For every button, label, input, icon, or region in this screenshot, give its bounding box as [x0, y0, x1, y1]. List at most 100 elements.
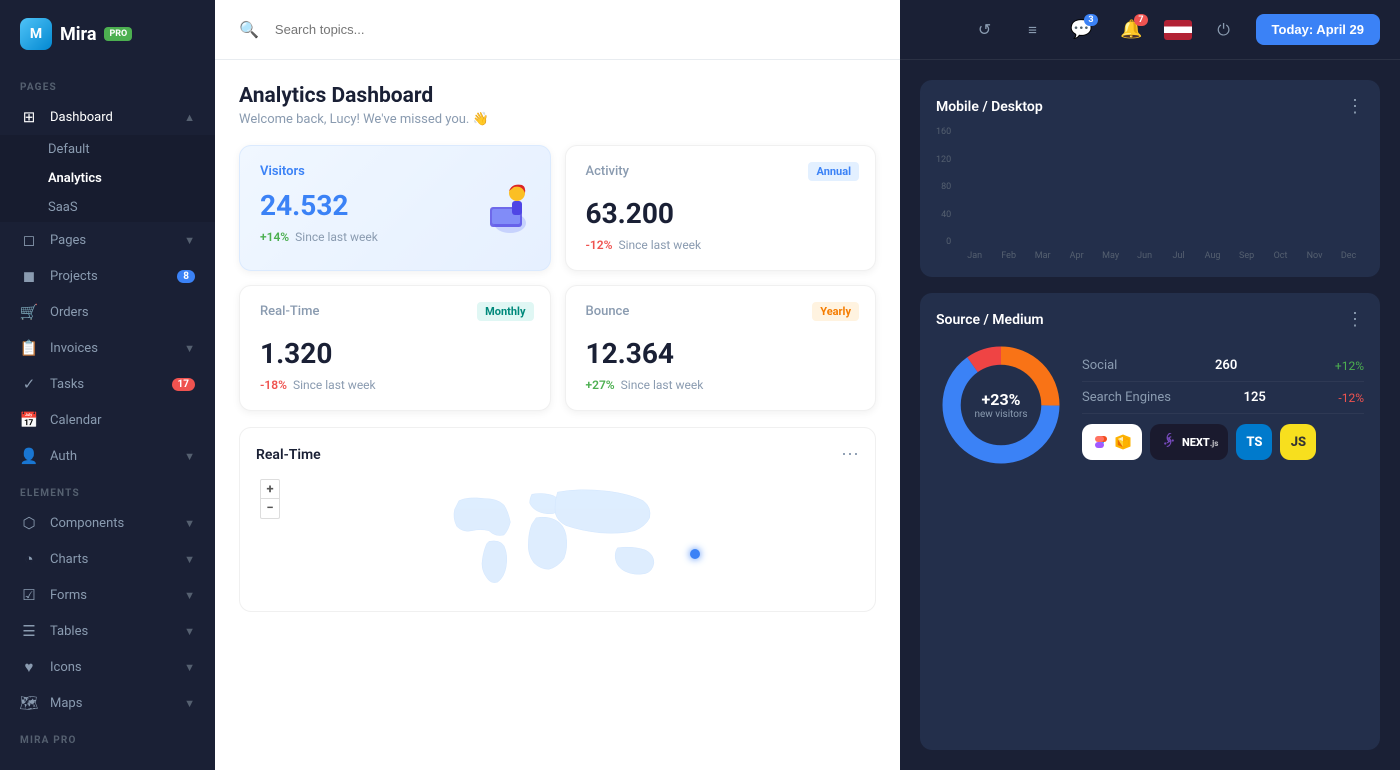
- sidebar-item-orders[interactable]: 🛒 Orders: [0, 294, 215, 330]
- visitors-trend-label: Since last week: [295, 230, 378, 244]
- sidebar-item-icons[interactable]: ♥ Icons ▼: [0, 649, 215, 685]
- section-label-pages: PAGES: [0, 68, 215, 99]
- language-flag[interactable]: [1164, 20, 1192, 40]
- tech-logo-figma: [1082, 424, 1142, 460]
- x-label-jul: Jul: [1163, 251, 1194, 261]
- realtime-map-menu[interactable]: ⋯: [841, 444, 859, 465]
- sidebar-item-auth[interactable]: 👤 Auth ▼: [0, 438, 215, 474]
- source-name-social: Social: [1082, 358, 1117, 373]
- y-label: 80: [936, 182, 951, 192]
- x-label-oct: Oct: [1265, 251, 1296, 261]
- search-input[interactable]: [275, 22, 568, 37]
- sidebar-item-label: Tasks: [50, 377, 160, 392]
- components-icon: ⬡: [20, 514, 38, 532]
- page-title: Analytics Dashboard: [239, 84, 876, 108]
- activity-value: 63.200: [586, 197, 856, 230]
- map-zoom-controls: + −: [260, 479, 280, 519]
- ts-label: TS: [1246, 435, 1262, 450]
- sidebar-item-forms[interactable]: ☑ Forms ▼: [0, 577, 215, 613]
- app-name: Mira: [60, 24, 96, 45]
- sidebar-item-tables[interactable]: ☰ Tables ▼: [0, 613, 215, 649]
- next-js-text: NEXT.js: [1182, 436, 1218, 449]
- date-button[interactable]: Today: April 29: [1256, 14, 1380, 45]
- sidebar-item-label: Pages: [50, 233, 172, 248]
- realtime-trend-label: Since last week: [293, 378, 376, 392]
- tasks-icon: ✓: [20, 375, 38, 393]
- source-medium-details: Social 260 +12% Search Engines 125 -12%: [1082, 350, 1364, 460]
- sidebar-item-label: Projects: [50, 269, 165, 284]
- donut-center-text: +23% new visitors: [974, 390, 1027, 420]
- filter-button[interactable]: ≡: [1016, 13, 1050, 47]
- realtime-map-title: Real-Time: [256, 447, 321, 463]
- sidebar-item-projects[interactable]: ◼ Projects 8: [0, 258, 215, 294]
- auth-icon: 👤: [20, 447, 38, 465]
- source-val-search: 125: [1244, 390, 1266, 405]
- map-zoom-in[interactable]: +: [260, 479, 280, 499]
- refresh-button[interactable]: ↺: [968, 13, 1002, 47]
- source-medium-menu[interactable]: ⋮: [1346, 309, 1364, 330]
- sidebar-subitem-saas[interactable]: SaaS: [0, 193, 215, 222]
- projects-icon: ◼: [20, 267, 38, 285]
- sidebar-item-label: Tables: [50, 624, 172, 639]
- chart-title: Mobile / Desktop: [936, 99, 1043, 115]
- x-label-mar: Mar: [1027, 251, 1058, 261]
- sidebar-item-label: Charts: [50, 552, 172, 567]
- js-label: JS: [1291, 435, 1306, 450]
- x-label-nov: Nov: [1299, 251, 1330, 261]
- dashboard-icon: ⊞: [20, 108, 38, 126]
- chat-button[interactable]: 💬 3: [1064, 12, 1100, 48]
- source-val-social: 260: [1215, 358, 1237, 373]
- realtime-badge: Monthly: [477, 302, 533, 321]
- visitors-trend-pct: +14%: [260, 230, 289, 244]
- sidebar-item-tasks[interactable]: ✓ Tasks 17: [0, 366, 215, 402]
- chart-menu[interactable]: ⋮: [1346, 96, 1364, 117]
- activity-trend: -12% Since last week: [586, 238, 856, 252]
- realtime-value: 1.320: [260, 337, 530, 370]
- bounce-badge: Yearly: [812, 302, 859, 321]
- page-header: Analytics Dashboard Welcome back, Lucy! …: [239, 84, 876, 127]
- pages-icon: ◻: [20, 231, 38, 249]
- sidebar-item-calendar[interactable]: 📅 Calendar: [0, 402, 215, 438]
- activity-trend-label: Since last week: [618, 238, 701, 252]
- sidebar-item-label: Auth: [50, 449, 172, 464]
- sidebar-subitem-default[interactable]: Default: [0, 135, 215, 164]
- source-name-search: Search Engines: [1082, 390, 1171, 405]
- chevron-icon: ▼: [184, 342, 195, 355]
- dashboard-submenu: Default Analytics SaaS: [0, 135, 215, 222]
- x-label-feb: Feb: [993, 251, 1024, 261]
- sidebar: M Mira PRO PAGES ⊞ Dashboard ▲ Default A…: [0, 0, 215, 770]
- x-label-aug: Aug: [1197, 251, 1228, 261]
- mobile-desktop-chart: Mobile / Desktop ⋮ 160 120 80 40 0: [920, 80, 1380, 277]
- chevron-icon: ▼: [184, 553, 195, 566]
- alerts-button[interactable]: 🔔 7: [1114, 12, 1150, 48]
- map-zoom-out[interactable]: −: [260, 499, 280, 519]
- sidebar-item-components[interactable]: ⬡ Components ▼: [0, 505, 215, 541]
- forms-icon: ☑: [20, 586, 38, 604]
- sidebar-item-maps[interactable]: 🗺 Maps ▼: [0, 685, 215, 721]
- bar-chart-container: [959, 127, 1364, 247]
- chevron-icon: ▼: [184, 517, 195, 530]
- activity-trend-pct: -12%: [586, 238, 613, 252]
- x-label-may: May: [1095, 251, 1126, 261]
- sidebar-item-invoices[interactable]: 📋 Invoices ▼: [0, 330, 215, 366]
- source-row-social: Social 260 +12%: [1082, 350, 1364, 382]
- sidebar-subitem-analytics[interactable]: Analytics: [0, 164, 215, 193]
- activity-badge: Annual: [808, 162, 859, 181]
- section-label-mira-pro: MIRA PRO: [0, 721, 215, 752]
- donut-label: new visitors: [974, 409, 1027, 420]
- tech-logo-js: JS: [1280, 424, 1316, 460]
- sidebar-item-charts[interactable]: ◔ Charts ▼: [0, 541, 215, 577]
- power-button[interactable]: ⏻: [1206, 12, 1242, 48]
- realtime-map-card: Real-Time ⋯ + −: [239, 427, 876, 612]
- sidebar-item-dashboard[interactable]: ⊞ Dashboard ▲: [0, 99, 215, 135]
- header-right: ↺ ≡ 💬 3 🔔 7 ⏻ Today: April 29: [900, 0, 1400, 60]
- orders-icon: 🛒: [20, 303, 38, 321]
- bounce-card: Bounce Yearly 12.364 +27% Since last wee…: [565, 285, 877, 411]
- sidebar-item-pages[interactable]: ◻ Pages ▼: [0, 222, 215, 258]
- search-icon: 🔍: [239, 20, 259, 39]
- logo-area: M Mira PRO: [0, 0, 215, 68]
- x-label-sep: Sep: [1231, 251, 1262, 261]
- activity-label: Activity: [586, 164, 630, 179]
- bounce-value: 12.364: [586, 337, 856, 370]
- alerts-badge: 7: [1134, 14, 1147, 26]
